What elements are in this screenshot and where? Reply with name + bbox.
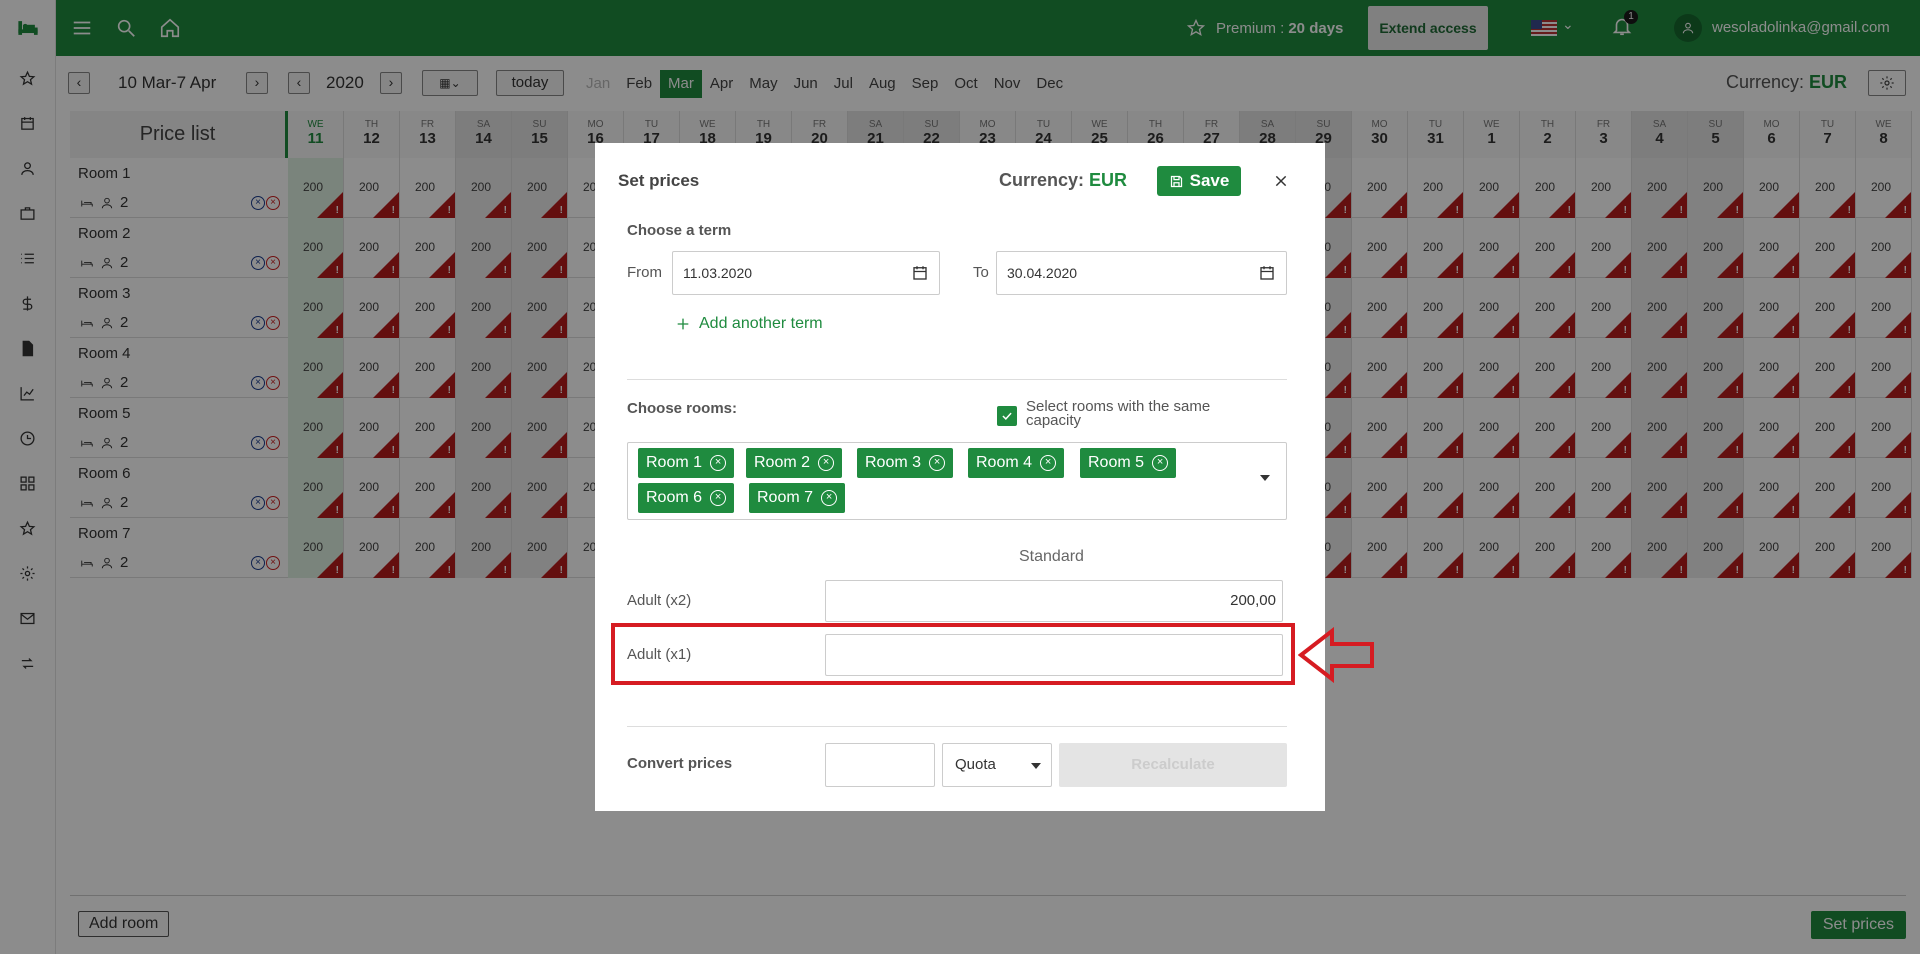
set-prices-modal: Set prices Currency: EUR Save Choose a t… bbox=[595, 143, 1325, 811]
standard-column-header: Standard bbox=[1019, 548, 1084, 565]
adult-x2-price-input[interactable]: 200,00 bbox=[825, 580, 1283, 622]
room-tag-label: Room 6 bbox=[646, 489, 703, 506]
remove-tag-icon[interactable]: × bbox=[1040, 455, 1057, 471]
convert-value-input[interactable] bbox=[825, 743, 935, 787]
room-tag[interactable]: Room 3 × bbox=[857, 448, 954, 478]
save-button[interactable]: Save bbox=[1157, 166, 1241, 196]
save-icon bbox=[1170, 175, 1182, 187]
plus-icon bbox=[677, 318, 689, 330]
remove-tag-icon[interactable]: × bbox=[710, 455, 727, 471]
room-tag-label: Room 2 bbox=[754, 454, 811, 471]
modal-currency: Currency: EUR bbox=[999, 170, 1127, 191]
checkmark-icon bbox=[1002, 412, 1012, 420]
room-tag-label: Room 7 bbox=[757, 489, 814, 506]
room-tag-label: Room 3 bbox=[865, 454, 922, 471]
remove-tag-icon[interactable]: × bbox=[1152, 455, 1169, 471]
close-icon bbox=[1275, 175, 1287, 187]
room-tag[interactable]: Room 4 × bbox=[968, 448, 1065, 478]
divider bbox=[627, 379, 1287, 380]
adult-x2-label: Adult (x2) bbox=[627, 592, 692, 609]
modal-currency-value: EUR bbox=[1089, 170, 1128, 190]
from-date-field[interactable]: 11.03.2020 bbox=[672, 251, 940, 295]
close-button[interactable] bbox=[1268, 168, 1294, 194]
annotation-arrow-icon bbox=[1298, 627, 1374, 683]
room-tag[interactable]: Room 5 × bbox=[1080, 448, 1177, 478]
room-tag[interactable]: Room 2 × bbox=[746, 448, 843, 478]
from-label: From bbox=[627, 264, 662, 281]
to-label: To bbox=[973, 264, 989, 281]
to-date-field[interactable]: 30.04.2020 bbox=[996, 251, 1287, 295]
room-tag[interactable]: Room 7 × bbox=[749, 483, 846, 513]
same-capacity-label: Select rooms with the same capacity bbox=[1026, 398, 1211, 429]
remove-tag-icon[interactable]: × bbox=[710, 490, 727, 506]
convert-prices-label: Convert prices bbox=[627, 755, 733, 772]
quota-select[interactable]: Quota bbox=[942, 743, 1052, 787]
add-term-label: Add another term bbox=[699, 315, 823, 332]
choose-rooms-heading: Choose rooms: bbox=[627, 400, 738, 417]
recalculate-button[interactable]: Recalculate bbox=[1059, 743, 1287, 787]
calendar-icon[interactable] bbox=[1258, 264, 1276, 282]
remove-tag-icon[interactable]: × bbox=[818, 455, 835, 471]
room-tag-label: Room 1 bbox=[646, 454, 703, 471]
calendar-icon[interactable] bbox=[911, 264, 929, 282]
room-tag[interactable]: Room 6 × bbox=[638, 483, 735, 513]
to-date-value: 30.04.2020 bbox=[1007, 265, 1078, 281]
add-another-term-link[interactable]: Add another term bbox=[675, 315, 823, 333]
choose-term-heading: Choose a term bbox=[627, 222, 732, 239]
room-tag-label: Room 4 bbox=[976, 454, 1033, 471]
same-capacity-checkbox[interactable] bbox=[997, 406, 1017, 426]
annotation-highlight-box bbox=[611, 623, 1295, 685]
remove-tag-icon[interactable]: × bbox=[821, 490, 838, 506]
caret-down-icon[interactable] bbox=[1260, 475, 1270, 481]
remove-tag-icon[interactable]: × bbox=[929, 455, 946, 471]
from-date-value: 11.03.2020 bbox=[683, 265, 753, 281]
rooms-multiselect[interactable]: Room 1 × Room 2 × Room 3 × Room 4 × Room 5 × Room … bbox=[627, 442, 1287, 520]
modal-title: Set prices bbox=[618, 171, 700, 190]
room-tag[interactable]: Room 1 × bbox=[638, 448, 735, 478]
room-tag-label: Room 5 bbox=[1088, 454, 1145, 471]
save-button-label: Save bbox=[1189, 171, 1230, 190]
divider bbox=[627, 726, 1287, 727]
modal-currency-label: Currency: bbox=[999, 170, 1085, 190]
